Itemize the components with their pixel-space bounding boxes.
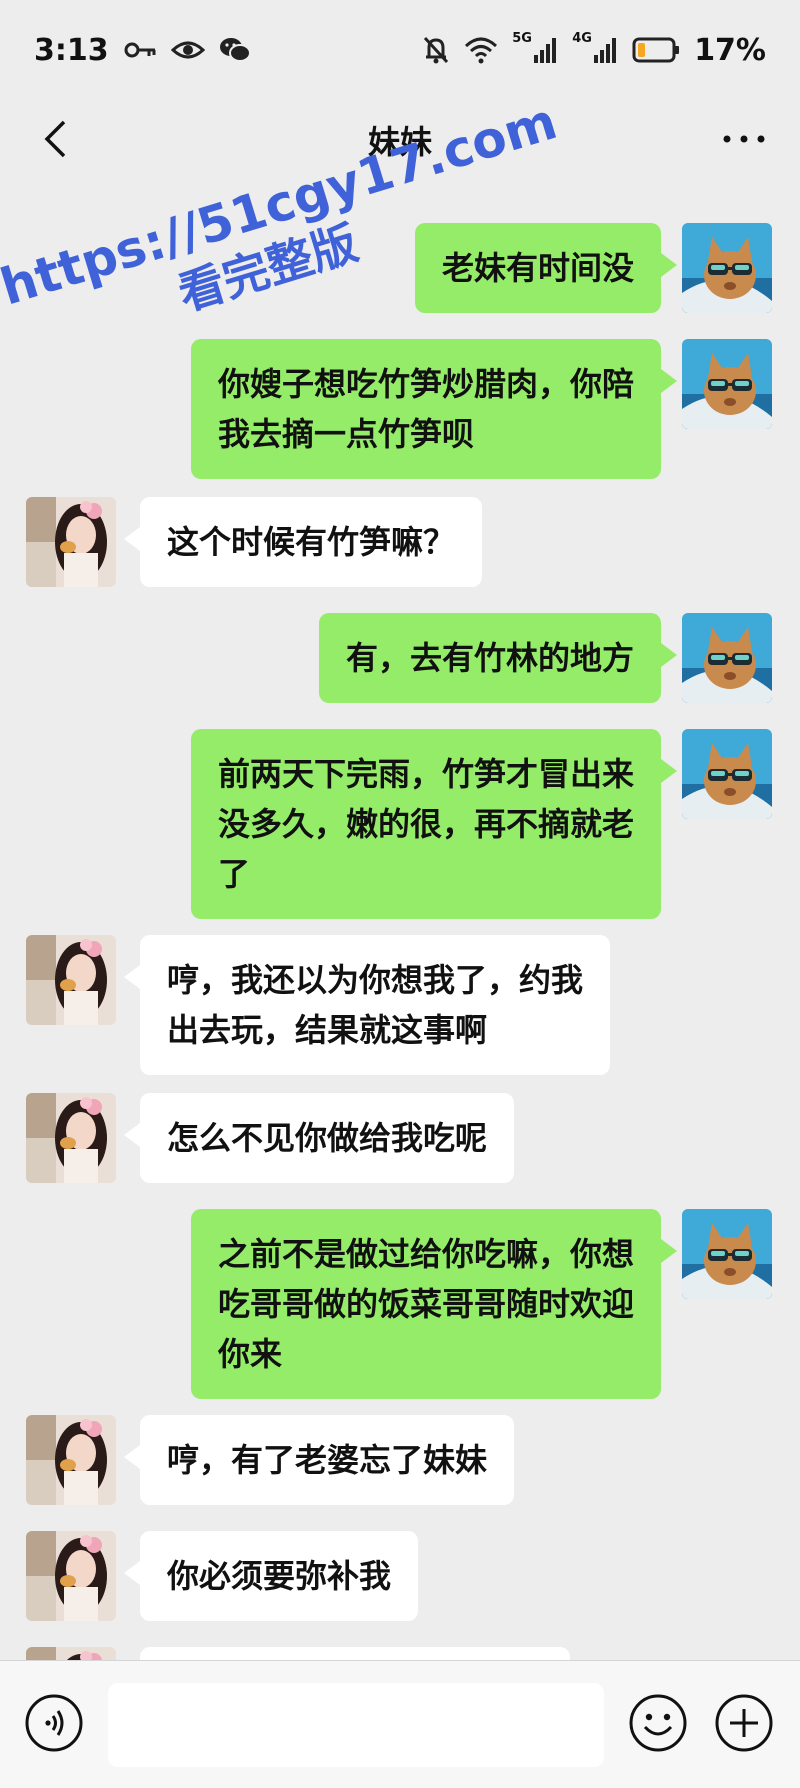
mute-bell-icon bbox=[422, 35, 450, 65]
avatar[interactable] bbox=[26, 1093, 116, 1183]
avatar[interactable] bbox=[682, 613, 772, 703]
message-bubble[interactable]: 哼，我还以为你想我了，约我 出去玩，结果就这事啊 bbox=[123, 935, 611, 1075]
avatar[interactable] bbox=[682, 339, 772, 429]
avatar[interactable] bbox=[26, 1531, 116, 1621]
message-bubble[interactable]: 哼，有了老婆忘了妹妹 bbox=[123, 1415, 515, 1505]
avatar[interactable] bbox=[26, 935, 116, 1025]
key-icon bbox=[123, 40, 157, 60]
network-4g-label: 4G bbox=[572, 31, 592, 46]
message-bubble[interactable]: 怎么不见你做给我吃呢 bbox=[123, 1093, 515, 1183]
more-button[interactable] bbox=[714, 114, 774, 164]
status-right: 5G 4G 17% bbox=[422, 31, 766, 68]
emoji-icon bbox=[629, 1694, 687, 1752]
network-5g-label: 5G bbox=[512, 31, 532, 46]
status-left: 3:13 bbox=[34, 33, 251, 68]
emoji-button[interactable] bbox=[628, 1693, 688, 1753]
avatar[interactable] bbox=[682, 1209, 772, 1299]
signal-4g-icon: 4G bbox=[572, 31, 618, 65]
message-list[interactable]: 老妹有时间没 你嫂子想吃竹笋炒腊肉，你陪 我去摘一点竹笋呗 这个时候有竹笋嘛？ … bbox=[0, 210, 800, 1660]
voice-icon bbox=[25, 1694, 83, 1752]
input-bar bbox=[0, 1660, 800, 1788]
status-time: 3:13 bbox=[34, 32, 109, 68]
chat-header: 妹妹 bbox=[0, 100, 800, 180]
message-bubble[interactable]: 之前不是做过给你吃嘛，你想 吃哥哥做的饭菜哥哥随时欢迎 你来 bbox=[190, 1209, 678, 1399]
avatar[interactable] bbox=[26, 497, 116, 587]
message-bubble[interactable]: 你嫂子想吃竹笋炒腊肉，你陪 我去摘一点竹笋呗 bbox=[190, 339, 678, 479]
avatar[interactable] bbox=[26, 1647, 116, 1660]
voice-button[interactable] bbox=[24, 1693, 84, 1753]
message-bubble[interactable] bbox=[140, 1647, 570, 1660]
plus-button[interactable] bbox=[714, 1693, 774, 1753]
avatar[interactable] bbox=[682, 223, 772, 313]
chevron-left-icon bbox=[44, 120, 66, 158]
message-bubble[interactable]: 有，去有竹林的地方 bbox=[318, 613, 678, 703]
message-bubble[interactable]: 这个时候有竹笋嘛？ bbox=[123, 497, 483, 587]
plus-icon bbox=[715, 1694, 773, 1752]
avatar[interactable] bbox=[26, 1415, 116, 1505]
status-bar: 3:13 5G 4G 17% bbox=[0, 0, 800, 100]
message-input[interactable] bbox=[108, 1683, 604, 1767]
eye-icon bbox=[170, 38, 205, 62]
avatar[interactable] bbox=[682, 729, 772, 819]
wechat-icon bbox=[219, 36, 251, 64]
back-button[interactable] bbox=[30, 114, 80, 164]
message-bubble[interactable]: 前两天下完雨，竹笋才冒出来 没多久，嫩的很，再不摘就老 了 bbox=[190, 729, 678, 919]
more-dots-icon bbox=[723, 135, 765, 143]
signal-icon: 5G bbox=[512, 31, 558, 65]
message-bubble[interactable]: 你必须要弥补我 bbox=[123, 1531, 419, 1621]
wifi-icon bbox=[464, 36, 498, 64]
battery-percent: 17% bbox=[694, 32, 766, 68]
battery-icon bbox=[632, 37, 680, 63]
message-bubble[interactable]: 老妹有时间没 bbox=[414, 223, 678, 313]
chat-title: 妹妹 bbox=[367, 123, 432, 161]
